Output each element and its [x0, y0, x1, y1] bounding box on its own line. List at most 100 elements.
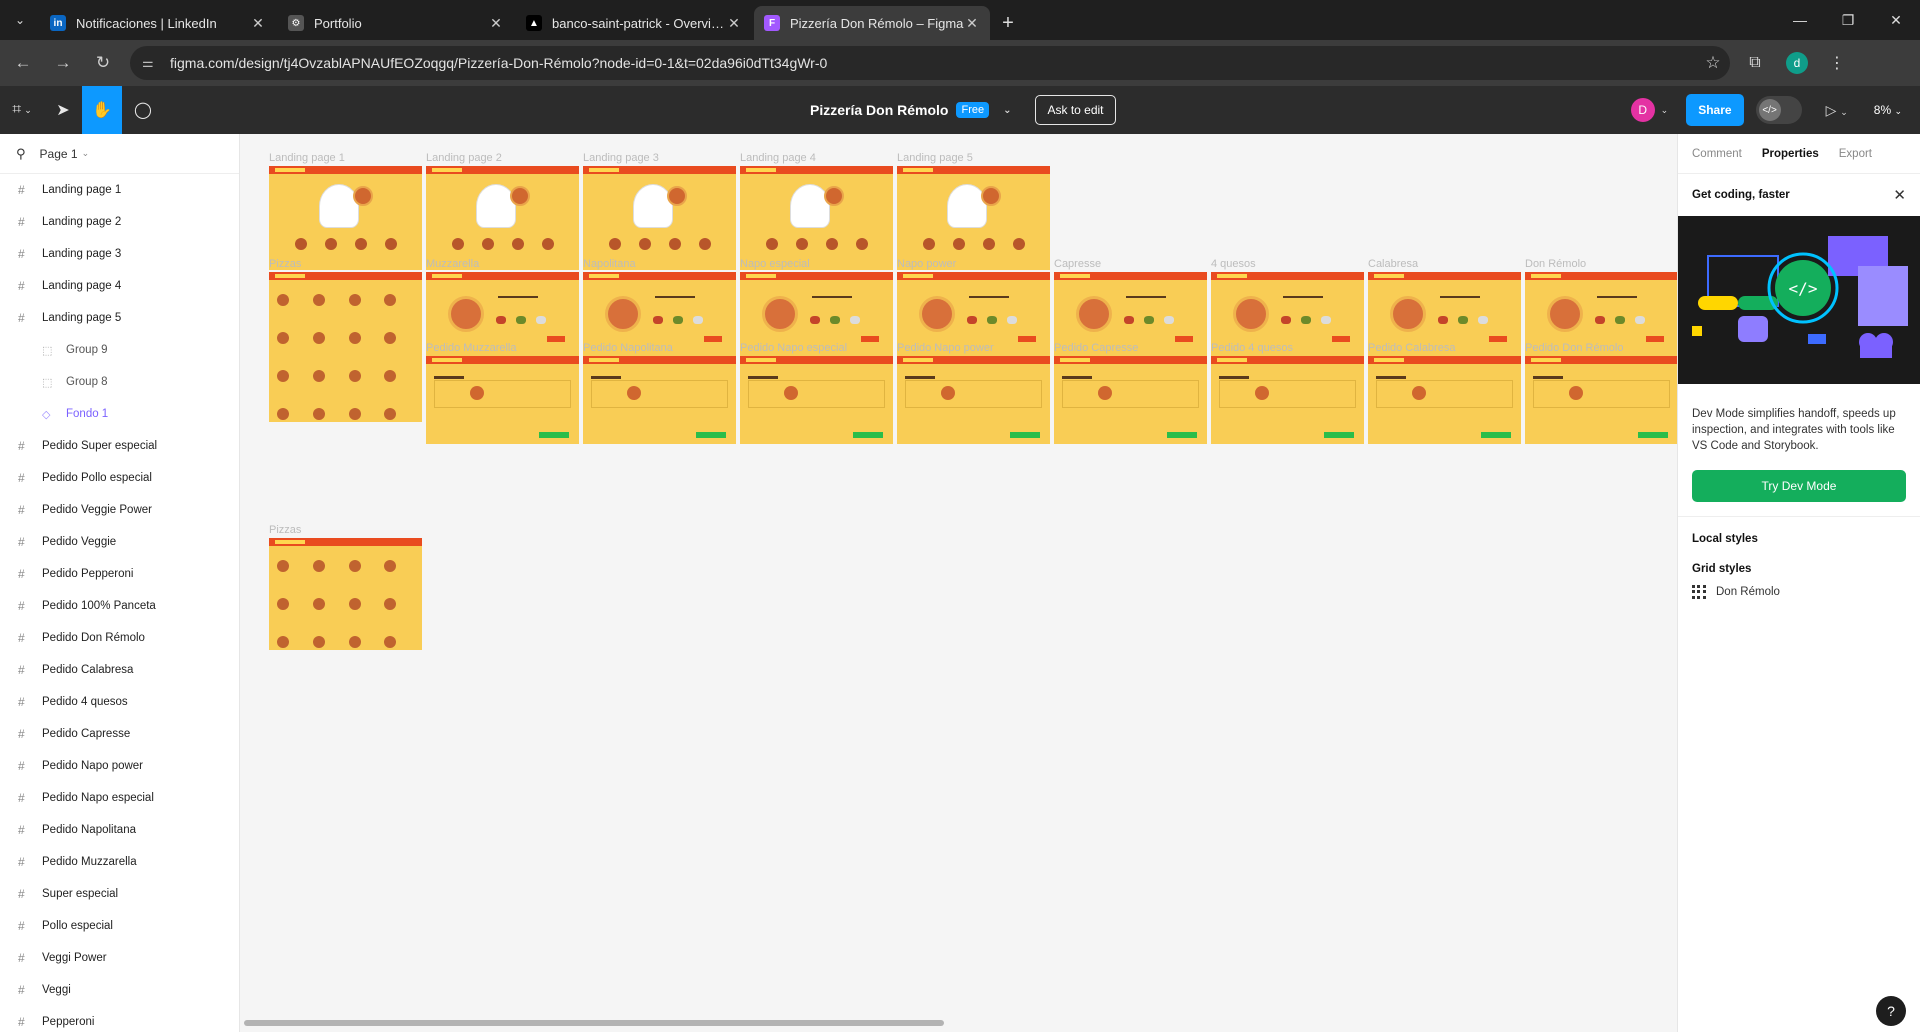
comment-tool-icon[interactable]: ◯: [122, 86, 164, 134]
chevron-down-icon[interactable]: ⌄: [1003, 105, 1011, 116]
close-tab-icon[interactable]: ✕: [488, 15, 504, 31]
frame-thumbnail[interactable]: [897, 166, 1050, 270]
layer-item[interactable]: # Pedido Calabresa: [0, 654, 239, 686]
layer-item[interactable]: # Landing page 5: [0, 302, 239, 334]
grid-style-item[interactable]: Don Rémolo: [1678, 575, 1920, 599]
layer-item[interactable]: # Landing page 4: [0, 270, 239, 302]
browser-tab[interactable]: ▲ banco-saint-patrick - Overview ✕: [516, 6, 752, 40]
browser-tab[interactable]: in Notificaciones | LinkedIn ✕: [40, 6, 276, 40]
move-tool-icon[interactable]: ➤: [44, 86, 82, 134]
frame-label[interactable]: Pizzas: [269, 258, 301, 270]
search-icon[interactable]: ⚲: [16, 146, 26, 162]
layer-item[interactable]: # Landing page 3: [0, 238, 239, 270]
dev-mode-toggle[interactable]: </>: [1755, 96, 1802, 124]
layer-item[interactable]: # Landing page 2: [0, 206, 239, 238]
share-button[interactable]: Share: [1686, 94, 1744, 126]
frame-thumbnail[interactable]: [1525, 356, 1677, 444]
frame-label[interactable]: Napolitana: [583, 258, 636, 270]
frame-label[interactable]: Landing page 5: [897, 152, 973, 164]
layer-item[interactable]: # Pedido Muzzarella: [0, 846, 239, 878]
frame-label[interactable]: Pedido Napo especial: [740, 342, 847, 354]
frame-label[interactable]: Pizzas: [269, 524, 301, 536]
avatar-chevron-icon[interactable]: ⌄: [1661, 105, 1669, 116]
frame-label[interactable]: Landing page 1: [269, 152, 345, 164]
frame-thumbnail[interactable]: [426, 356, 579, 444]
figma-menu-icon[interactable]: ⌗ ⌄: [0, 86, 44, 134]
close-window-icon[interactable]: ✕: [1872, 0, 1920, 40]
horizontal-scrollbar[interactable]: [244, 1020, 944, 1026]
layer-item[interactable]: # Pedido 4 quesos: [0, 686, 239, 718]
layer-item[interactable]: # Veggi: [0, 974, 239, 1006]
frame-label[interactable]: Capresse: [1054, 258, 1101, 270]
page-selector[interactable]: ⚲ Page 1 ⌄: [0, 134, 239, 174]
site-info-icon[interactable]: ⚌: [142, 55, 158, 71]
frame-label[interactable]: Pedido Napo power: [897, 342, 994, 354]
close-tab-icon[interactable]: ✕: [250, 15, 266, 31]
layer-item[interactable]: # Pedido Veggie Power: [0, 494, 239, 526]
reload-icon[interactable]: ↻: [86, 46, 120, 80]
frame-thumbnail[interactable]: [1368, 356, 1521, 444]
url-input[interactable]: ⚌ figma.com/design/tj4OvzablAPNAUfEOZoqg…: [130, 46, 1730, 80]
browser-tab[interactable]: F Pizzería Don Rémolo – Figma ✕: [754, 6, 990, 40]
layer-item[interactable]: # Pedido Pepperoni: [0, 558, 239, 590]
forward-icon[interactable]: →: [46, 46, 80, 80]
frame-label[interactable]: Pedido Napolitana: [583, 342, 673, 354]
layer-item[interactable]: # Veggi Power: [0, 942, 239, 974]
frame-thumbnail[interactable]: [1054, 356, 1207, 444]
minimize-icon[interactable]: —: [1776, 0, 1824, 40]
frame-label[interactable]: Landing page 3: [583, 152, 659, 164]
frame-label[interactable]: Landing page 2: [426, 152, 502, 164]
layer-item[interactable]: # Pollo especial: [0, 910, 239, 942]
frame-label[interactable]: 4 quesos: [1211, 258, 1256, 270]
frame-label[interactable]: Don Rémolo: [1525, 258, 1586, 270]
layer-item[interactable]: # Pedido Super especial: [0, 430, 239, 462]
tab-comment[interactable]: Comment: [1692, 148, 1742, 160]
try-dev-mode-button[interactable]: Try Dev Mode: [1692, 470, 1906, 502]
layer-item[interactable]: # Pedido 100% Panceta: [0, 590, 239, 622]
tab-search-icon[interactable]: ⌄: [0, 0, 40, 40]
layer-item[interactable]: ◇ Fondo 1: [0, 398, 239, 430]
frame-thumbnail[interactable]: [269, 166, 422, 270]
frame-thumbnail[interactable]: [269, 272, 422, 422]
layer-item[interactable]: # Pedido Napo power: [0, 750, 239, 782]
frame-label[interactable]: Calabresa: [1368, 258, 1418, 270]
tab-export[interactable]: Export: [1839, 148, 1872, 160]
back-icon[interactable]: ←: [6, 46, 40, 80]
file-name[interactable]: Pizzería Don Rémolo: [810, 102, 948, 118]
extensions-icon[interactable]: ⧉: [1738, 46, 1772, 80]
frame-label[interactable]: Napo power: [897, 258, 956, 270]
close-tab-icon[interactable]: ✕: [964, 15, 980, 31]
close-tab-icon[interactable]: ✕: [726, 15, 742, 31]
tab-properties[interactable]: Properties: [1762, 148, 1819, 160]
browser-tab[interactable]: ⚙ Portfolio ✕: [278, 6, 514, 40]
frame-label[interactable]: Landing page 4: [740, 152, 816, 164]
frame-thumbnail[interactable]: [740, 166, 893, 270]
layer-item[interactable]: # Pedido Napolitana: [0, 814, 239, 846]
design-canvas[interactable]: Landing page 1 Landing page 2 Landing page…: [240, 134, 1677, 1032]
layer-item[interactable]: ⬚ Group 8: [0, 366, 239, 398]
profile-avatar[interactable]: d: [1786, 52, 1808, 74]
browser-menu-icon[interactable]: ⋮: [1822, 53, 1852, 73]
frame-label[interactable]: Muzzarella: [426, 258, 479, 270]
zoom-dropdown[interactable]: 8% ⌄: [1874, 103, 1902, 117]
frame-thumbnail[interactable]: [740, 356, 893, 444]
layer-item[interactable]: # Pedido Pollo especial: [0, 462, 239, 494]
frame-label[interactable]: Pedido 4 quesos: [1211, 342, 1293, 354]
layer-item[interactable]: # Pepperoni: [0, 1006, 239, 1032]
frame-thumbnail[interactable]: [583, 356, 736, 444]
frame-thumbnail[interactable]: [583, 166, 736, 270]
ask-to-edit-button[interactable]: Ask to edit: [1035, 95, 1116, 125]
new-tab-button[interactable]: +: [992, 6, 1024, 40]
frame-label[interactable]: Napo especial: [740, 258, 810, 270]
layer-item[interactable]: # Pedido Don Rémolo: [0, 622, 239, 654]
layer-item[interactable]: # Pedido Veggie: [0, 526, 239, 558]
hand-tool-icon[interactable]: ✋: [82, 86, 122, 134]
bookmark-star-icon[interactable]: ☆: [1696, 53, 1730, 73]
user-avatar[interactable]: D: [1630, 98, 1655, 122]
layer-item[interactable]: # Super especial: [0, 878, 239, 910]
help-button[interactable]: ?: [1876, 996, 1906, 1026]
close-icon[interactable]: ✕: [1893, 186, 1906, 204]
frame-label[interactable]: Pedido Calabresa: [1368, 342, 1455, 354]
layer-item[interactable]: # Pedido Capresse: [0, 718, 239, 750]
layer-item[interactable]: ⬚ Group 9: [0, 334, 239, 366]
